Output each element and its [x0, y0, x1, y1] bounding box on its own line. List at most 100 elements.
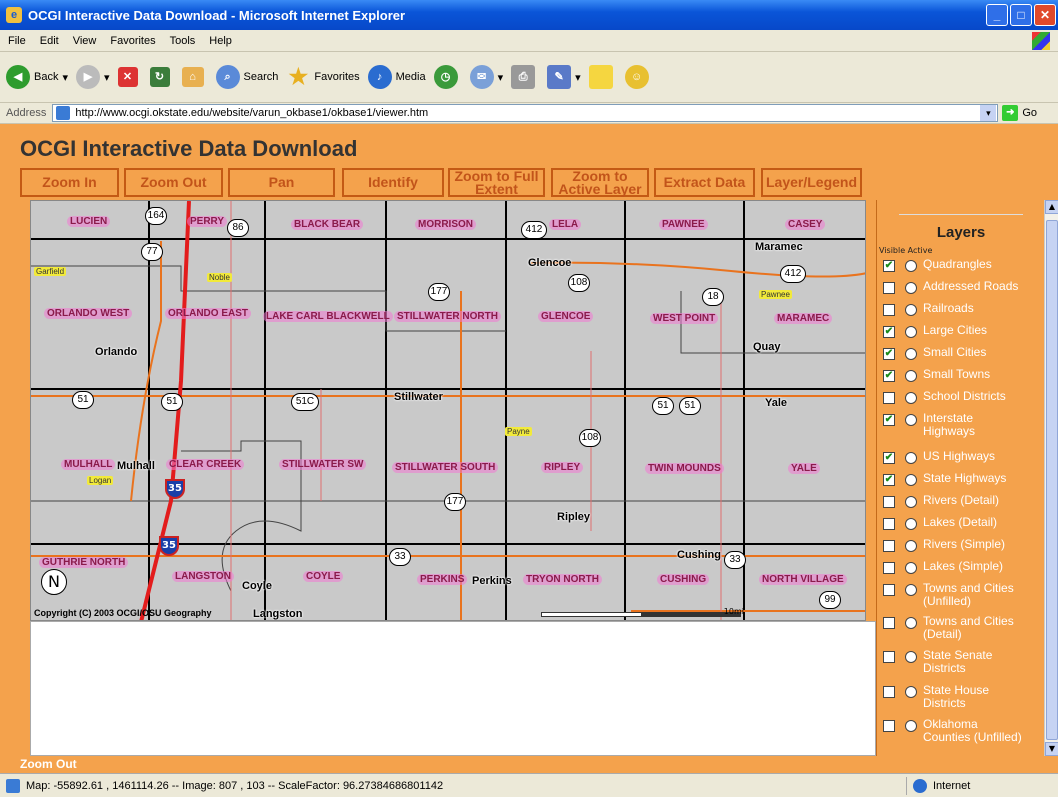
notes-button[interactable]: [588, 65, 617, 89]
layer-active-radio[interactable]: [905, 282, 917, 294]
layer-label: State Highways: [923, 471, 1007, 485]
app-title: OCGI Interactive Data Download: [20, 136, 358, 161]
layer-label: Oklahoma Counties (Unfilled): [923, 717, 1022, 744]
layer-visible-checkbox[interactable]: [883, 584, 895, 596]
layer-active-radio[interactable]: [905, 370, 917, 382]
highway-shield: 51: [72, 391, 94, 409]
favorites-star-icon: ★: [288, 64, 309, 89]
layer-active-radio[interactable]: [905, 304, 917, 316]
address-input[interactable]: http://www.ocgi.okstate.edu/website/varu…: [52, 104, 999, 122]
layer-visible-checkbox[interactable]: [883, 392, 895, 404]
back-button[interactable]: ◀ Back ▾: [6, 65, 68, 89]
layer-legend-button[interactable]: Layer/Legend: [761, 168, 862, 197]
layer-active-radio[interactable]: [905, 540, 917, 552]
back-dropdown-icon[interactable]: ▾: [62, 71, 68, 84]
scroll-thumb[interactable]: [1046, 220, 1058, 740]
layer-active-radio[interactable]: [905, 496, 917, 508]
zoom-in-button[interactable]: Zoom In: [20, 168, 119, 197]
layer-visible-checkbox[interactable]: ✔: [883, 414, 895, 426]
layer-active-radio[interactable]: [905, 562, 917, 574]
layer-label: Towns and Cities (Unfilled): [923, 581, 1014, 608]
layer-active-radio[interactable]: [905, 474, 917, 486]
layer-label: State Senate Districts: [923, 648, 993, 675]
quad-label: COYLE: [303, 571, 344, 582]
scroll-down-icon[interactable]: ▼: [1045, 742, 1058, 756]
layer-visible-checkbox[interactable]: [883, 617, 895, 629]
menu-help[interactable]: Help: [209, 35, 232, 47]
layer-visible-checkbox[interactable]: [883, 496, 895, 508]
layer-active-radio[interactable]: [905, 348, 917, 360]
layer-visible-checkbox[interactable]: ✔: [883, 260, 895, 272]
layer-visible-checkbox[interactable]: ✔: [883, 474, 895, 486]
status-text: Map: -55892.61 , 1461114.26 -- Image: 80…: [26, 779, 444, 792]
map-view[interactable]: LUCIEN PERRY BLACK BEAR MORRISON LELA PA…: [30, 200, 866, 621]
layer-active-radio[interactable]: [905, 452, 917, 464]
favorites-button[interactable]: ★ Favorites: [286, 64, 360, 89]
messenger-button[interactable]: ☺: [624, 65, 653, 89]
layer-active-radio[interactable]: [905, 260, 917, 272]
layer-visible-checkbox[interactable]: [883, 518, 895, 530]
quad-label: CASEY: [785, 219, 826, 230]
identify-button[interactable]: Identify: [342, 168, 444, 197]
close-button[interactable]: ✕: [1034, 4, 1056, 26]
layer-visible-checkbox[interactable]: [883, 686, 895, 698]
home-button[interactable]: ⌂: [181, 67, 208, 87]
edit-dropdown-icon[interactable]: ▾: [575, 71, 581, 84]
zoom-active-layer-button[interactable]: Zoom to Active Layer: [551, 168, 649, 197]
layer-active-radio[interactable]: [905, 392, 917, 404]
layer-visible-checkbox[interactable]: ✔: [883, 370, 895, 382]
scroll-up-icon[interactable]: ▲: [1045, 200, 1058, 214]
zoom-full-extent-button[interactable]: Zoom to Full Extent: [448, 168, 545, 197]
refresh-button[interactable]: ↻: [149, 67, 174, 87]
history-button[interactable]: ◷: [433, 65, 462, 89]
layer-visible-checkbox[interactable]: [883, 562, 895, 574]
layer-visible-checkbox[interactable]: [883, 720, 895, 732]
layer-visible-checkbox[interactable]: [883, 651, 895, 663]
forward-button[interactable]: ▶ ▾: [76, 65, 110, 89]
menu-tools[interactable]: Tools: [170, 35, 196, 47]
layer-visible-checkbox[interactable]: [883, 540, 895, 552]
address-dropdown-icon[interactable]: ▾: [980, 105, 997, 121]
visible-active-header: Visible Active: [879, 246, 933, 255]
layer-visible-checkbox[interactable]: [883, 282, 895, 294]
layer-label: School Districts: [923, 389, 1006, 403]
layer-active-radio[interactable]: [905, 651, 917, 663]
stop-icon: ✕: [117, 67, 138, 87]
tool-mode-status: Zoom Out: [0, 756, 1058, 773]
menu-view[interactable]: View: [73, 35, 97, 47]
layer-scrollbar[interactable]: ▲ ▼: [1044, 200, 1058, 756]
layer-row: Rivers (Simple): [883, 538, 1023, 552]
layer-active-radio[interactable]: [905, 686, 917, 698]
search-icon: ⌕: [215, 65, 240, 89]
quad-label: PAWNEE: [659, 219, 708, 230]
print-button[interactable]: ⎙: [511, 65, 539, 89]
media-button[interactable]: ♪ Media: [367, 65, 426, 89]
edit-button[interactable]: ✎ ▾: [547, 65, 581, 89]
zoom-out-button[interactable]: Zoom Out: [124, 168, 223, 197]
menu-favorites[interactable]: Favorites: [110, 35, 155, 47]
menu-edit[interactable]: Edit: [40, 35, 59, 47]
pan-button[interactable]: Pan: [228, 168, 335, 197]
layer-active-radio[interactable]: [905, 617, 917, 629]
layer-visible-checkbox[interactable]: ✔: [883, 348, 895, 360]
layer-visible-checkbox[interactable]: ✔: [883, 326, 895, 338]
minimize-button[interactable]: _: [986, 4, 1008, 26]
address-label: Address: [6, 107, 47, 119]
layer-active-radio[interactable]: [905, 720, 917, 732]
go-button[interactable]: ➜ Go: [1002, 105, 1037, 121]
layer-visible-checkbox[interactable]: [883, 304, 895, 316]
forward-dropdown-icon[interactable]: ▾: [104, 71, 110, 84]
mail-button[interactable]: ✉ ▾: [469, 65, 504, 89]
layer-active-radio[interactable]: [905, 584, 917, 596]
layer-active-radio[interactable]: [905, 326, 917, 338]
layer-visible-checkbox[interactable]: ✔: [883, 452, 895, 464]
menu-file[interactable]: File: [8, 35, 26, 47]
layer-active-radio[interactable]: [905, 414, 917, 426]
mail-dropdown-icon[interactable]: ▾: [498, 71, 504, 84]
quad-label: WEST POINT: [650, 313, 719, 324]
search-button[interactable]: ⌕ Search: [215, 65, 278, 89]
extract-data-button[interactable]: Extract Data: [654, 168, 755, 197]
maximize-button[interactable]: □: [1010, 4, 1032, 26]
layer-active-radio[interactable]: [905, 518, 917, 530]
stop-button[interactable]: ✕: [117, 67, 142, 87]
